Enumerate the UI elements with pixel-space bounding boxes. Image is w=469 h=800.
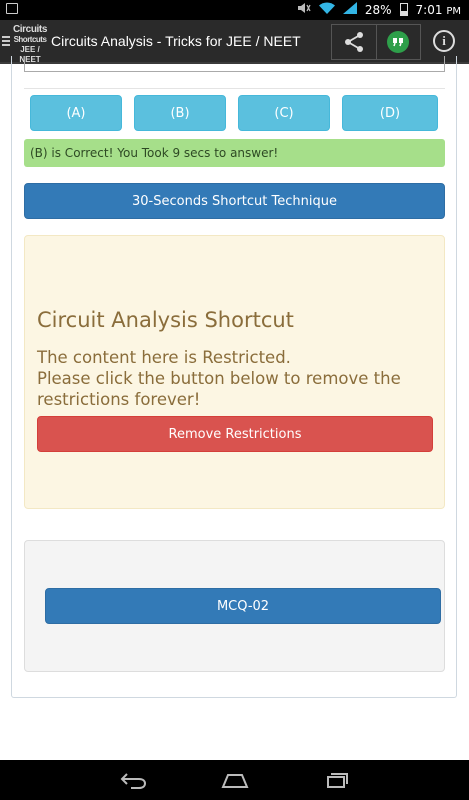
mcq-02-button[interactable]: MCQ-02	[45, 588, 441, 624]
share-actions	[331, 24, 421, 60]
logo-line1: Circuits	[12, 24, 48, 35]
restricted-panel: Circuit Analysis Shortcut The content he…	[24, 235, 445, 509]
share-icon[interactable]	[332, 25, 377, 59]
next-question-panel: MCQ-02	[24, 540, 445, 672]
shortcut-technique-button[interactable]: 30-Seconds Shortcut Technique	[24, 183, 445, 219]
restricted-line1: The content here is Restricted.	[37, 348, 291, 367]
divider	[24, 88, 445, 89]
mute-icon	[297, 2, 311, 17]
option-b-button[interactable]: (B)	[134, 95, 226, 131]
signal-icon	[342, 2, 357, 17]
clock-time: 7:01	[415, 2, 443, 17]
question-box	[24, 56, 445, 72]
remove-restrictions-button[interactable]: Remove Restrictions	[37, 416, 433, 452]
status-icons: 28% 7:01 PM	[297, 2, 461, 17]
answer-result-alert: (B) is Correct! You Took 9 secs to answe…	[24, 139, 445, 167]
clock-suffix: PM	[446, 5, 461, 17]
status-bar: 28% 7:01 PM	[0, 0, 469, 20]
info-icon[interactable]: i	[433, 30, 455, 52]
image-icon	[6, 3, 18, 14]
battery-percent: 28%	[364, 2, 392, 17]
restricted-line2: Please click the button below to remove …	[37, 369, 401, 409]
option-c-button[interactable]: (C)	[238, 95, 330, 131]
back-icon[interactable]	[114, 768, 154, 792]
wifi-icon	[318, 2, 335, 17]
battery-icon	[399, 3, 408, 16]
restricted-message: The content here is Restricted. Please c…	[37, 347, 437, 410]
navigation-bar	[0, 760, 469, 800]
drawer-menu-icon[interactable]	[2, 34, 10, 50]
hangouts-bubble	[387, 31, 410, 53]
logo-line2: Shortcuts	[13, 35, 47, 44]
recent-apps-icon[interactable]	[315, 768, 355, 792]
home-icon[interactable]	[215, 768, 255, 792]
main-content: (A) (B) (C) (D) (B) is Correct! You Took…	[0, 56, 469, 760]
restricted-title: Circuit Analysis Shortcut	[37, 308, 294, 332]
app-title: Circuits Analysis - Tricks for JEE / NEE…	[51, 33, 301, 49]
hangouts-icon[interactable]	[377, 25, 421, 59]
clock: 7:01 PM	[416, 3, 461, 17]
option-d-button[interactable]: (D)	[342, 95, 438, 131]
app-logo[interactable]: Circuits Shortcuts JEE / NEET	[12, 24, 48, 65]
option-a-button[interactable]: (A)	[30, 95, 122, 131]
